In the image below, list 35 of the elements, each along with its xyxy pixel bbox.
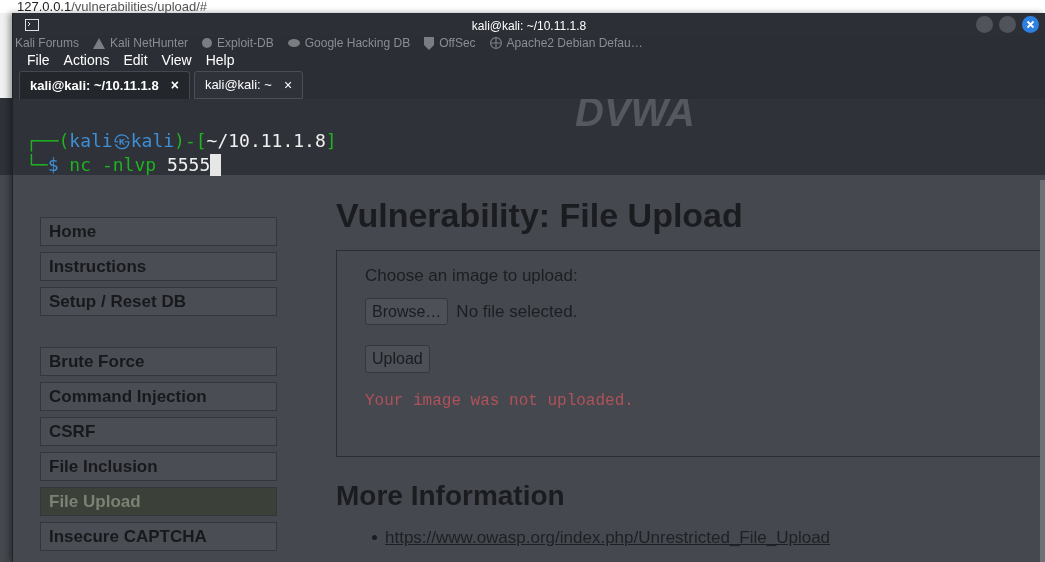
menu-item[interactable]: Edit: [123, 52, 148, 68]
terminal-line: └─$ nc -nlvp 5555: [26, 153, 211, 177]
terminal-tab[interactable]: kali@kali: ~ ×: [193, 71, 304, 99]
bullet-icon: [372, 535, 377, 541]
menu-item[interactable]: File Upload: [40, 487, 277, 516]
address-text: 127.0.0.1/vulnerabilities/upload/#: [17, 0, 208, 13]
menu-item[interactable]: Actions: [63, 52, 110, 68]
menu-item[interactable]: Command Injection: [40, 382, 277, 411]
tab-close-button[interactable]: ×: [170, 75, 179, 96]
close-button[interactable]: [1022, 16, 1039, 33]
text-cursor: [210, 154, 222, 176]
maximize-button[interactable]: [999, 16, 1016, 33]
bookmark-link[interactable]: Google Hacking DB: [304, 36, 411, 50]
menu-item[interactable]: View: [161, 52, 192, 68]
bookmark-link[interactable]: Kali Forums: [15, 36, 79, 50]
menu-item[interactable]: File: [27, 52, 50, 68]
terminal-icon: [25, 18, 39, 31]
menu-item[interactable]: Help: [205, 52, 235, 68]
menu-item[interactable]: Insecure CAPTCHA: [40, 522, 277, 551]
terminal-tab[interactable]: kali@kali: ~/10.11.1.8 ×: [19, 71, 190, 99]
globe-icon: [489, 37, 502, 49]
bookmark-link[interactable]: OffSec: [439, 36, 476, 50]
error-message: Your image was not uploaded.: [365, 391, 635, 412]
terminal-line: ┌──(kali㉿kali)-[~/10.11.1.8]: [26, 129, 337, 153]
window-title: kali@kali: ~/10.11.1.8: [471, 18, 587, 35]
scrollbar[interactable]: [1040, 180, 1045, 562]
menu-item[interactable]: Instructions: [40, 252, 277, 281]
tab-label: kali@kali: ~: [204, 76, 272, 95]
tab-close-button[interactable]: ×: [283, 74, 293, 96]
bookmark-link[interactable]: Apache2 Debian Defau…: [506, 36, 643, 50]
minimize-button[interactable]: [976, 16, 993, 33]
bookmark-link[interactable]: Kali NetHunter: [110, 36, 189, 50]
bookmark-link[interactable]: Exploit-DB: [217, 36, 274, 50]
shield-icon: [424, 36, 435, 50]
tab-label: kali@kali: ~/10.11.1.8: [30, 76, 159, 95]
